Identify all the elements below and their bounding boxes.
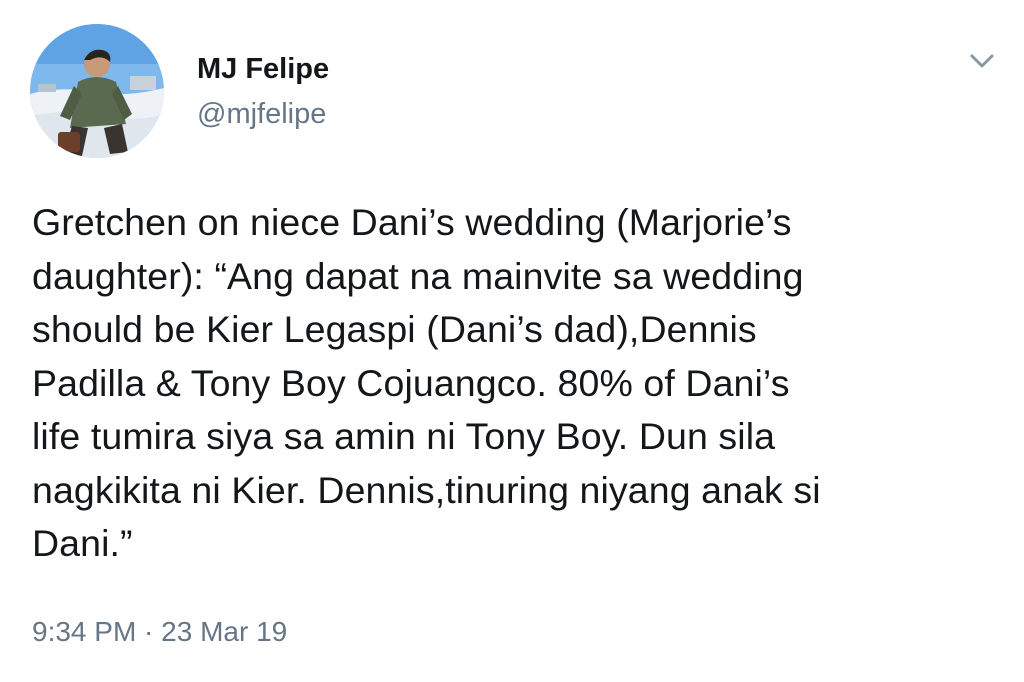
author-name[interactable]: MJ Felipe — [197, 53, 329, 86]
author-avatar[interactable] — [30, 24, 164, 158]
author-handle[interactable]: @mjfelipe — [197, 98, 326, 131]
chevron-down-icon[interactable] — [964, 48, 1000, 76]
tweet-text: Gretchen on niece Dani’s wedding (Marjor… — [32, 201, 821, 564]
chevron-down-icon-graphic — [970, 54, 994, 68]
avatar-photo — [30, 24, 164, 158]
tweet: MJ Felipe @mjfelipe Gretchen on niece Da… — [0, 0, 1024, 682]
tweet-timestamp[interactable]: 9:34 PM · 23 Mar 19 — [32, 616, 287, 648]
